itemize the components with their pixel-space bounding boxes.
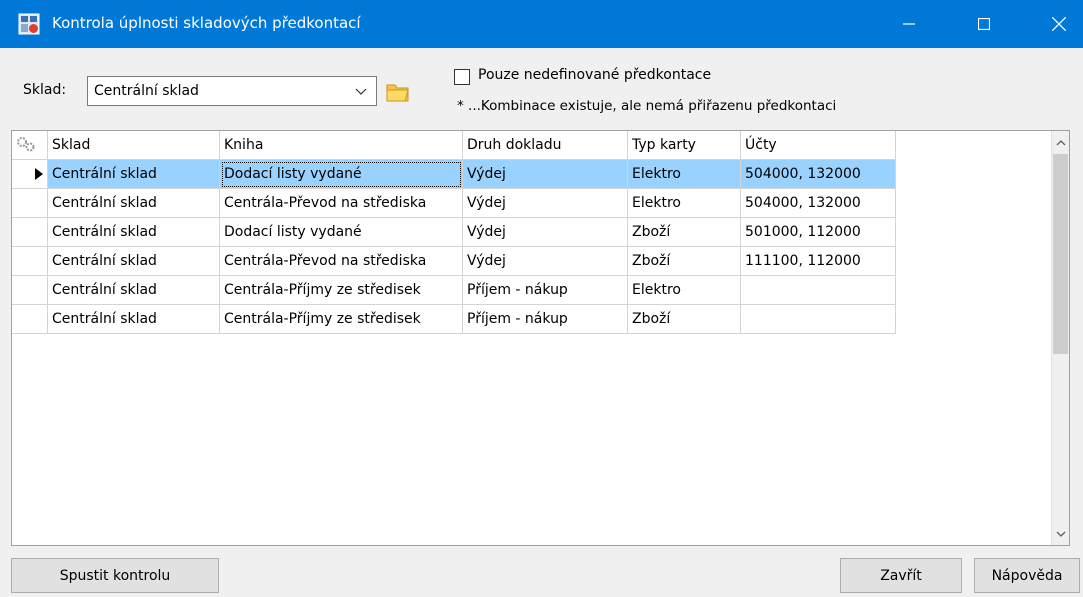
close-button[interactable]: [1030, 0, 1083, 48]
table-cell[interactable]: 504000, 132000: [741, 189, 896, 218]
title-bar: Kontrola úplnosti skladových předkontací: [0, 0, 1083, 48]
minimize-icon: [903, 23, 915, 25]
table-cell[interactable]: Dodací listy vydané: [220, 160, 463, 189]
table-cell[interactable]: Centrála-Příjmy ze středisek: [220, 276, 463, 305]
current-row-arrow-icon: [35, 168, 43, 180]
table-cell[interactable]: Centrála-Převod na střediska: [220, 189, 463, 218]
table-cell[interactable]: Centrální sklad: [48, 189, 220, 218]
scrollbar-thumb[interactable]: [1053, 154, 1068, 354]
table-cell[interactable]: Centrála-Příjmy ze středisek: [220, 305, 463, 334]
gears-icon: [17, 137, 35, 152]
row-indicator[interactable]: [12, 276, 48, 305]
results-grid[interactable]: Sklad Kniha Druh dokladu Typ karty Účty …: [11, 130, 1070, 546]
legend-note: * ...Kombinace existuje, ale nemá přiřaz…: [457, 98, 837, 114]
table-cell[interactable]: Elektro: [628, 276, 741, 305]
table-cell[interactable]: Centrální sklad: [48, 305, 220, 334]
close-dialog-button[interactable]: Zavřít: [840, 558, 962, 593]
sklad-combobox[interactable]: Centrální sklad: [87, 76, 377, 106]
table-cell[interactable]: Dodací listy vydané: [220, 218, 463, 247]
vertical-scrollbar[interactable]: [1051, 131, 1069, 545]
table-cell[interactable]: Výdej: [463, 160, 628, 189]
table-cell[interactable]: Centrála-Převod na střediska: [220, 247, 463, 276]
table-cell[interactable]: Zboží: [628, 218, 741, 247]
folder-open-icon[interactable]: [384, 78, 412, 106]
row-indicator[interactable]: [12, 160, 48, 189]
row-indicator[interactable]: [12, 247, 48, 276]
table-cell[interactable]: Příjem - nákup: [463, 305, 628, 334]
settings-corner[interactable]: [12, 131, 48, 160]
undefined-only-checkbox[interactable]: [454, 69, 470, 85]
table-cell[interactable]: Centrální sklad: [48, 218, 220, 247]
table-cell[interactable]: Výdej: [463, 189, 628, 218]
close-icon: [1052, 17, 1066, 31]
chevron-down-icon: [1056, 531, 1065, 537]
minimize-button[interactable]: [880, 0, 938, 48]
table-cell[interactable]: Zboží: [628, 305, 741, 334]
table-cell[interactable]: Centrální sklad: [48, 276, 220, 305]
table-cell[interactable]: Elektro: [628, 160, 741, 189]
table-cell[interactable]: [741, 276, 896, 305]
table-cell[interactable]: 504000, 132000: [741, 160, 896, 189]
header-sklad[interactable]: Sklad: [48, 131, 220, 160]
header-ucty[interactable]: Účty: [741, 131, 896, 160]
maximize-icon: [978, 18, 990, 30]
table-cell[interactable]: Výdej: [463, 247, 628, 276]
scroll-down-button[interactable]: [1053, 525, 1068, 542]
app-icon: [18, 13, 40, 35]
header-druh-dokladu[interactable]: Druh dokladu: [463, 131, 628, 160]
undefined-only-label[interactable]: Pouze nedefinované předkontace: [478, 67, 711, 83]
header-kniha[interactable]: Kniha: [220, 131, 463, 160]
row-indicator[interactable]: [12, 218, 48, 247]
table-cell[interactable]: Centrální sklad: [48, 247, 220, 276]
maximize-button[interactable]: [955, 0, 1013, 48]
table-cell[interactable]: Příjem - nákup: [463, 276, 628, 305]
table-cell[interactable]: Zboží: [628, 247, 741, 276]
row-indicator[interactable]: [12, 305, 48, 334]
chevron-up-icon: [1056, 139, 1065, 145]
sklad-label: Sklad:: [23, 82, 67, 98]
header-typ-karty[interactable]: Typ karty: [628, 131, 741, 160]
table-cell[interactable]: 501000, 112000: [741, 218, 896, 247]
chevron-down-icon[interactable]: [354, 85, 368, 99]
window-title: Kontrola úplnosti skladových předkontací: [52, 14, 361, 32]
sklad-combobox-value: Centrální sklad: [94, 83, 199, 99]
row-indicator[interactable]: [12, 189, 48, 218]
table-cell[interactable]: 111100, 112000: [741, 247, 896, 276]
table-cell[interactable]: [741, 305, 896, 334]
table-cell[interactable]: Centrální sklad: [48, 160, 220, 189]
scroll-up-button[interactable]: [1053, 134, 1068, 151]
table-cell[interactable]: Výdej: [463, 218, 628, 247]
table-cell[interactable]: Elektro: [628, 189, 741, 218]
help-button[interactable]: Nápověda: [974, 558, 1080, 593]
run-check-button[interactable]: Spustit kontrolu: [11, 558, 219, 593]
